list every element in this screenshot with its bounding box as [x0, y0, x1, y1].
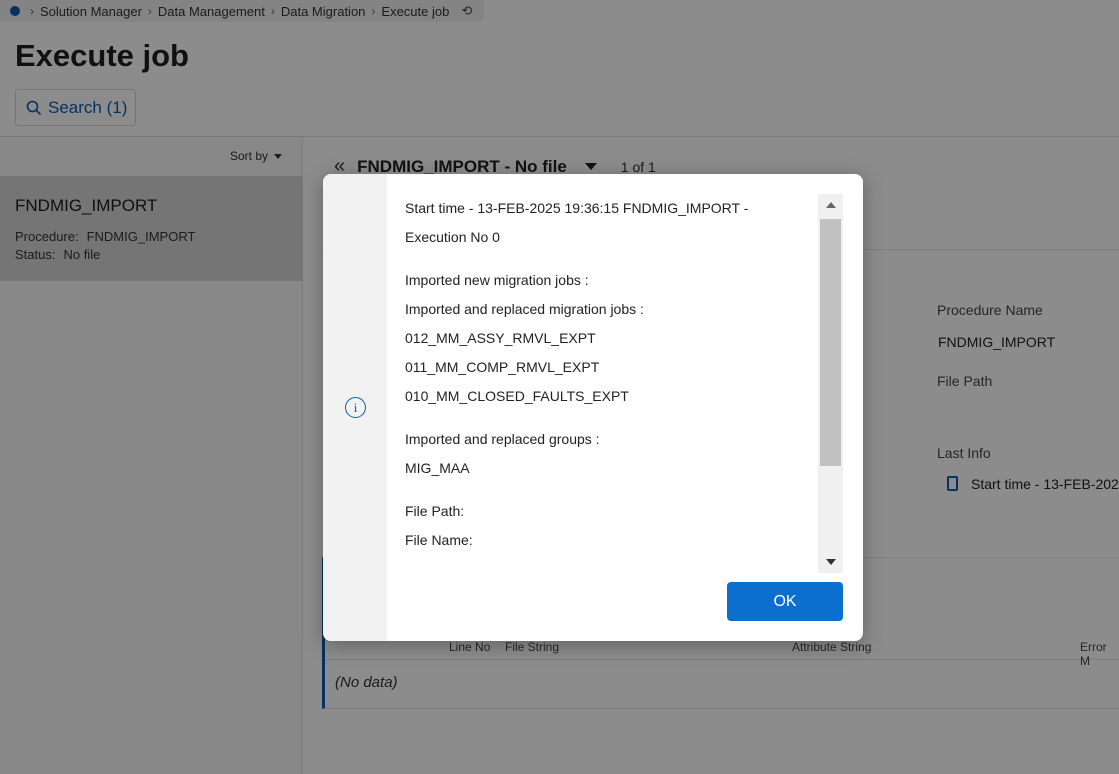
- info-icon: i: [345, 397, 366, 418]
- message-line: 012_MM_ASSY_RMVL_EXPT: [405, 330, 596, 346]
- scroll-up-icon[interactable]: [826, 202, 836, 208]
- scroll-thumb[interactable]: [820, 219, 841, 466]
- message-line: 010_MM_CLOSED_FAULTS_EXPT: [405, 388, 629, 404]
- info-dialog: i Start time - 13-FEB-2025 19:36:15 FNDM…: [323, 174, 863, 641]
- message-line: Imported and replaced groups :: [405, 431, 600, 447]
- message-line: MIG_MAA: [405, 460, 470, 476]
- message-gap: [405, 411, 800, 425]
- message-line: Start time - 13-FEB-2025 19:36:15 FNDMIG…: [405, 200, 749, 216]
- dialog-icon-column: i: [323, 174, 387, 641]
- dialog-message: Start time - 13-FEB-2025 19:36:15 FNDMIG…: [387, 194, 818, 573]
- message-line: Imported new migration jobs :: [405, 272, 589, 288]
- dialog-scrollbar[interactable]: [818, 194, 843, 573]
- message-line: File Path:: [405, 503, 465, 519]
- scroll-down-icon[interactable]: [826, 559, 836, 565]
- message-line: 011_MM_COMP_RMVL_EXPT: [405, 359, 600, 375]
- message-line: Execution No 0: [405, 229, 500, 245]
- ok-button[interactable]: OK: [727, 582, 843, 621]
- message-gap: [405, 252, 800, 266]
- message-line: Imported and replaced migration jobs :: [405, 301, 644, 317]
- message-line: File Name:: [405, 532, 473, 548]
- message-gap: [405, 483, 800, 497]
